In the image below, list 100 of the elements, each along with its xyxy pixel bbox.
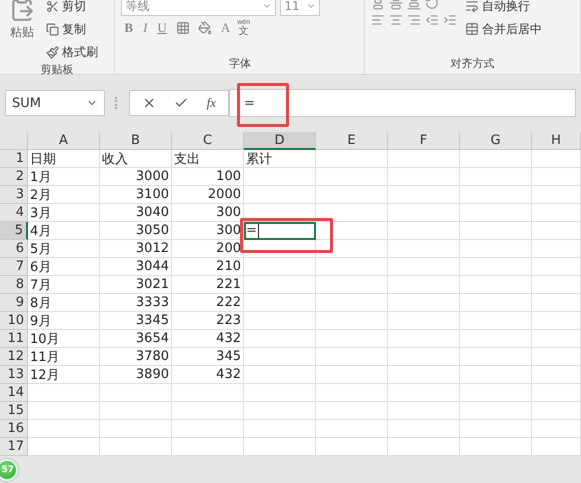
table-cell[interactable] xyxy=(460,384,532,402)
table-cell[interactable]: 3654 xyxy=(100,330,172,348)
column-header[interactable]: B xyxy=(100,132,172,150)
table-cell[interactable] xyxy=(388,330,460,348)
format-painter-button[interactable]: 格式刷 xyxy=(44,42,100,62)
copy-button[interactable]: 复制 xyxy=(44,19,100,39)
table-cell[interactable] xyxy=(532,222,581,240)
table-cell[interactable] xyxy=(460,276,532,294)
column-header[interactable]: E xyxy=(316,132,388,150)
table-cell[interactable] xyxy=(172,402,244,420)
table-cell[interactable]: 8月 xyxy=(28,294,100,312)
name-box[interactable]: SUM xyxy=(5,90,105,116)
table-cell[interactable] xyxy=(532,348,581,366)
align-right-icon[interactable] xyxy=(407,13,422,27)
table-cell[interactable] xyxy=(388,402,460,420)
table-cell[interactable] xyxy=(316,384,388,402)
table-cell[interactable]: 3021 xyxy=(100,276,172,294)
table-cell[interactable] xyxy=(244,366,316,384)
row-header[interactable]: 10 xyxy=(0,312,28,330)
table-cell[interactable] xyxy=(100,438,172,456)
table-cell[interactable]: 2000 xyxy=(172,186,244,204)
table-cell[interactable] xyxy=(460,222,532,240)
increase-indent-icon[interactable] xyxy=(443,13,458,27)
table-cell[interactable] xyxy=(244,384,316,402)
table-cell[interactable]: 100 xyxy=(172,168,244,186)
row-header[interactable]: 17 xyxy=(0,438,28,456)
table-cell[interactable] xyxy=(316,420,388,438)
align-left-icon[interactable] xyxy=(371,13,386,27)
table-cell[interactable]: 432 xyxy=(172,366,244,384)
table-cell[interactable]: 7月 xyxy=(28,276,100,294)
table-cell[interactable] xyxy=(388,150,460,168)
table-cell[interactable] xyxy=(532,366,581,384)
table-cell[interactable] xyxy=(388,258,460,276)
table-cell[interactable] xyxy=(532,312,581,330)
column-header[interactable]: C xyxy=(172,132,244,150)
insert-function-button[interactable]: fx xyxy=(206,95,216,111)
table-cell[interactable]: 3月 xyxy=(28,204,100,222)
row-header[interactable]: 4 xyxy=(0,204,28,222)
table-cell[interactable]: 12月 xyxy=(28,366,100,384)
table-cell[interactable] xyxy=(244,420,316,438)
table-cell[interactable] xyxy=(388,276,460,294)
table-cell[interactable] xyxy=(388,204,460,222)
merge-center-button[interactable]: 合并后居中 xyxy=(463,19,544,39)
table-cell[interactable] xyxy=(388,348,460,366)
table-cell[interactable]: 200 xyxy=(172,240,244,258)
row-header[interactable]: 14 xyxy=(0,384,28,402)
row-header[interactable]: 1 xyxy=(0,150,28,168)
table-cell[interactable] xyxy=(244,312,316,330)
table-cell[interactable]: 3012 xyxy=(100,240,172,258)
table-cell[interactable]: 1月 xyxy=(28,168,100,186)
table-cell[interactable]: 3780 xyxy=(100,348,172,366)
table-cell[interactable] xyxy=(316,438,388,456)
table-cell[interactable] xyxy=(460,294,532,312)
row-header[interactable]: 12 xyxy=(0,348,28,366)
table-cell[interactable] xyxy=(172,420,244,438)
table-cell[interactable] xyxy=(316,150,388,168)
table-cell[interactable] xyxy=(388,240,460,258)
table-cell[interactable] xyxy=(100,420,172,438)
table-cell[interactable]: 支出 xyxy=(172,150,244,168)
table-cell[interactable]: 3345 xyxy=(100,312,172,330)
row-header[interactable]: 2 xyxy=(0,168,28,186)
table-cell[interactable] xyxy=(388,294,460,312)
table-cell[interactable]: 5月 xyxy=(28,240,100,258)
table-cell[interactable] xyxy=(244,330,316,348)
table-cell[interactable] xyxy=(460,420,532,438)
table-cell[interactable] xyxy=(460,438,532,456)
table-cell[interactable] xyxy=(244,168,316,186)
table-cell[interactable] xyxy=(316,330,388,348)
table-cell[interactable] xyxy=(460,348,532,366)
table-cell[interactable] xyxy=(28,402,100,420)
table-cell[interactable]: 6月 xyxy=(28,258,100,276)
row-header[interactable]: 9 xyxy=(0,294,28,312)
table-cell[interactable] xyxy=(532,258,581,276)
table-cell[interactable] xyxy=(532,402,581,420)
row-header[interactable]: 15 xyxy=(0,402,28,420)
table-cell[interactable] xyxy=(460,258,532,276)
table-cell[interactable] xyxy=(316,222,388,240)
table-cell[interactable]: 9月 xyxy=(28,312,100,330)
table-cell[interactable] xyxy=(532,150,581,168)
table-cell[interactable]: 2月 xyxy=(28,186,100,204)
table-cell[interactable] xyxy=(316,402,388,420)
column-header[interactable]: A xyxy=(28,132,100,150)
table-cell[interactable]: 11月 xyxy=(28,348,100,366)
table-cell[interactable] xyxy=(316,186,388,204)
table-cell[interactable] xyxy=(460,330,532,348)
table-cell[interactable] xyxy=(244,402,316,420)
table-cell[interactable] xyxy=(388,366,460,384)
table-cell[interactable]: 日期 xyxy=(28,150,100,168)
table-cell[interactable]: 3100 xyxy=(100,186,172,204)
column-header[interactable]: D xyxy=(244,132,316,150)
table-cell[interactable] xyxy=(316,240,388,258)
table-cell[interactable] xyxy=(28,438,100,456)
table-cell[interactable] xyxy=(316,258,388,276)
table-cell[interactable]: 222 xyxy=(172,294,244,312)
column-header[interactable]: F xyxy=(388,132,460,150)
table-cell[interactable]: 300 xyxy=(172,204,244,222)
table-cell[interactable]: 300 xyxy=(172,222,244,240)
wrap-text-button[interactable]: 自动换行 xyxy=(463,0,544,16)
select-all-corner[interactable] xyxy=(0,132,28,150)
table-cell[interactable]: 3044 xyxy=(100,258,172,276)
